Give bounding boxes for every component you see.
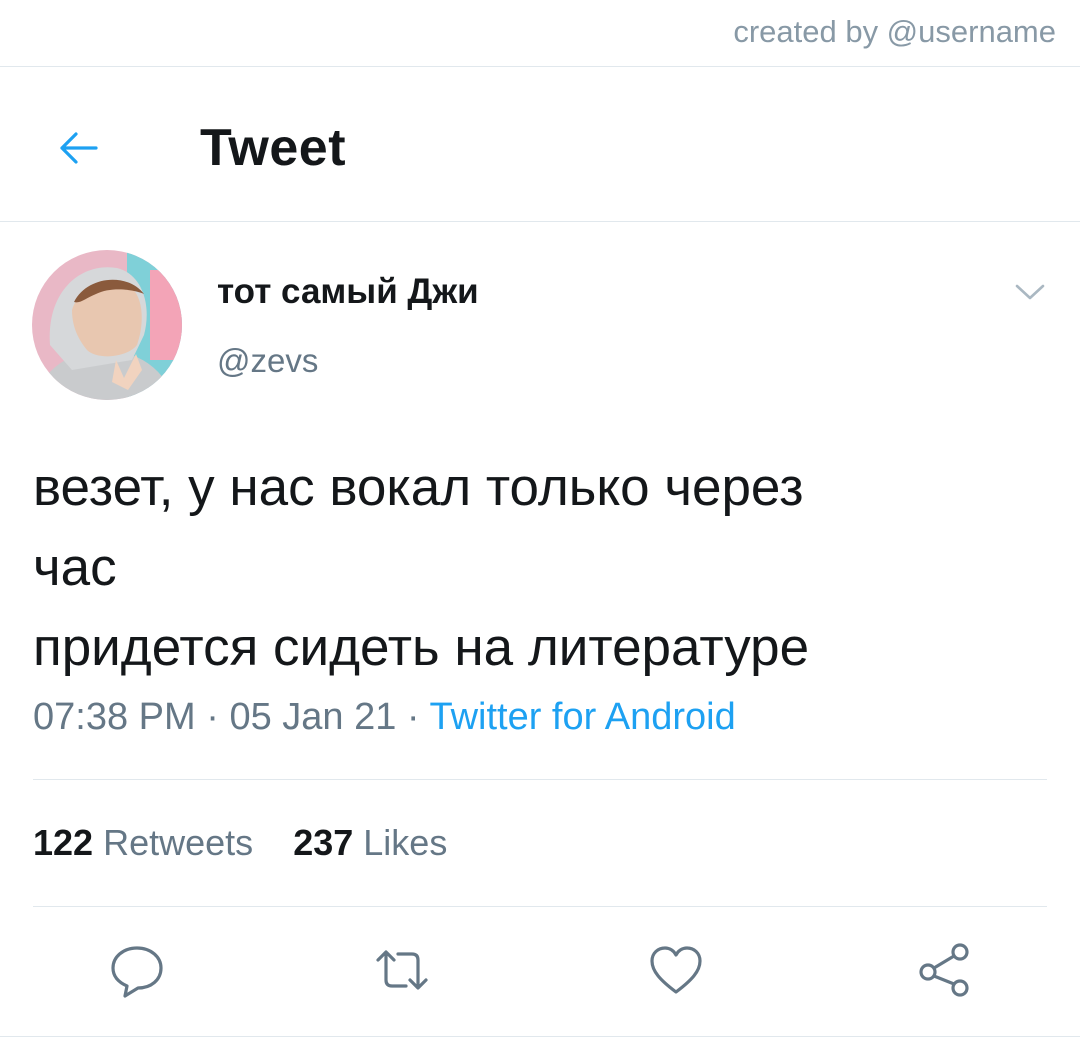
display-name[interactable]: тот самый Джи — [217, 272, 479, 312]
retweets-label: Retweets — [103, 822, 254, 863]
tweet-metadata: 07:38 PM · 05 Jan 21 · Twitter for Andro… — [33, 696, 736, 739]
watermark-text: created by @username — [733, 14, 1056, 49]
like-button[interactable] — [644, 938, 708, 1002]
tweet-stats: 122 Retweets 237 Likes — [33, 822, 477, 864]
tweet-text: везет, у нас вокал только через час прид… — [33, 458, 810, 677]
share-icon — [919, 943, 969, 997]
avatar[interactable] — [32, 250, 182, 400]
tweet-time: 07:38 PM — [33, 696, 196, 738]
retweets-count: 122 — [33, 822, 94, 863]
likes-label: Likes — [363, 822, 448, 863]
stats-top-divider — [33, 779, 1047, 780]
reply-button[interactable] — [105, 938, 169, 1002]
reply-icon — [111, 946, 163, 998]
heart-icon — [650, 946, 702, 994]
share-button[interactable] — [912, 938, 976, 1002]
more-options-button[interactable] — [1010, 276, 1050, 308]
bottom-divider — [0, 1036, 1080, 1037]
tweet-source-link[interactable]: Twitter for Android — [429, 696, 735, 738]
back-button[interactable] — [50, 120, 106, 176]
page-title: Tweet — [200, 119, 347, 177]
stats-bottom-divider — [33, 906, 1047, 907]
avatar-image — [32, 250, 182, 400]
retweets-stat[interactable]: 122 Retweets — [33, 822, 253, 863]
likes-stat[interactable]: 237 Likes — [293, 822, 447, 863]
meta-separator: · — [396, 696, 430, 738]
top-divider — [0, 66, 1080, 67]
chevron-down-icon — [1015, 284, 1045, 300]
meta-separator: · — [195, 696, 230, 738]
tweet-date: 05 Jan 21 — [229, 696, 397, 738]
retweet-icon — [376, 950, 428, 990]
retweet-button[interactable] — [370, 938, 434, 1002]
header-divider — [0, 221, 1080, 222]
user-handle[interactable]: @zevs — [217, 342, 318, 380]
arrow-left-icon — [60, 132, 98, 164]
likes-count: 237 — [293, 822, 354, 863]
